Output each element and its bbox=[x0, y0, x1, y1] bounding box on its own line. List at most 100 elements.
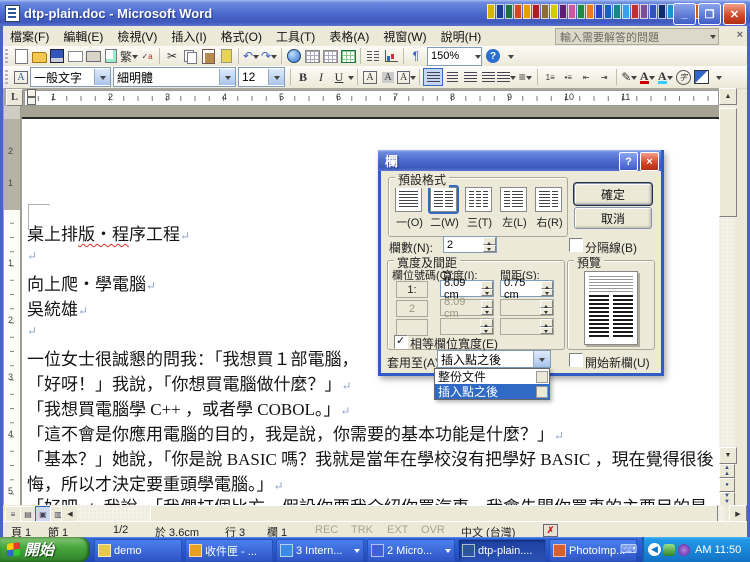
menu-item[interactable]: 視窗(W) bbox=[376, 26, 433, 47]
menu-item[interactable]: 檔案(F) bbox=[3, 26, 56, 47]
select-browse-object-button[interactable]: ● bbox=[719, 478, 735, 492]
app-icon[interactable] bbox=[568, 4, 576, 19]
app-icon[interactable] bbox=[532, 4, 540, 19]
apply-to-combobox[interactable]: 插入點之後 bbox=[437, 350, 551, 368]
status-trk[interactable]: TRK bbox=[351, 524, 373, 536]
toolbar-options-icon[interactable] bbox=[502, 47, 520, 65]
menu-item[interactable]: 工具(T) bbox=[269, 26, 322, 47]
app-icon[interactable] bbox=[505, 4, 513, 19]
normal-view-button[interactable]: ≡ bbox=[5, 506, 21, 522]
horizontal-ruler[interactable]: 1 2 3 4 5 6 7 8 9 10 11 bbox=[24, 90, 719, 106]
menu-item[interactable]: 表格(A) bbox=[322, 26, 376, 47]
app-icon[interactable] bbox=[658, 4, 666, 19]
chevron-down-icon[interactable] bbox=[710, 35, 716, 42]
highlight-button[interactable]: A bbox=[656, 68, 674, 86]
columns-dialog[interactable]: 欄 ? × 預設格式 一(O) 二(W) 三(T) 左(L) 右(R) 確定 取… bbox=[378, 150, 664, 376]
font-color-button[interactable]: A bbox=[638, 68, 656, 86]
input-method-icon[interactable]: ⌨ bbox=[620, 542, 637, 556]
first-line-indent-marker[interactable] bbox=[27, 89, 36, 97]
help-button[interactable]: ? bbox=[484, 47, 502, 65]
apply-to-dropdown-list[interactable]: 整份文件 插入點之後 bbox=[434, 368, 550, 400]
insert-excel-button[interactable] bbox=[339, 47, 357, 65]
increase-indent-button[interactable]: ⇥ bbox=[595, 68, 613, 86]
borders-button[interactable]: ✎ bbox=[620, 68, 638, 86]
redo-button[interactable]: ↷ bbox=[260, 47, 278, 65]
print-preview-button[interactable] bbox=[102, 47, 120, 65]
dialog-help-button[interactable]: ? bbox=[619, 152, 638, 171]
align-justify-button[interactable] bbox=[479, 68, 497, 86]
character-scaling-button[interactable]: A bbox=[397, 68, 417, 86]
undo-button[interactable]: ↶ bbox=[242, 47, 260, 65]
app-icon[interactable] bbox=[649, 4, 657, 19]
spin-down-icon[interactable] bbox=[540, 288, 553, 296]
start-new-column-checkbox[interactable] bbox=[569, 353, 583, 367]
app-icon[interactable] bbox=[487, 4, 495, 19]
app-icon[interactable] bbox=[586, 4, 594, 19]
next-page-button[interactable]: ▼ ▼ bbox=[719, 492, 735, 506]
styles-pane-button[interactable]: A bbox=[12, 68, 30, 86]
dropdown-option[interactable]: 插入點之後 bbox=[435, 384, 549, 399]
distribute-button[interactable] bbox=[497, 68, 517, 86]
horizontal-scroll-thumb[interactable] bbox=[150, 505, 718, 522]
line-spacing-button[interactable]: ≡ bbox=[516, 68, 534, 86]
enclose-character-button[interactable]: 字 bbox=[674, 68, 692, 86]
app-icon[interactable] bbox=[541, 4, 549, 19]
combo-dropdown-icon[interactable] bbox=[533, 351, 550, 367]
print-layout-view-button[interactable]: ▣ bbox=[35, 506, 51, 522]
drawing-button[interactable] bbox=[692, 68, 710, 86]
hyperlink-button[interactable] bbox=[285, 47, 303, 65]
align-left-button[interactable] bbox=[423, 68, 444, 86]
vertical-scroll-thumb[interactable] bbox=[719, 108, 737, 217]
list-scrollbar-button[interactable] bbox=[536, 386, 548, 398]
status-ext[interactable]: EXT bbox=[387, 524, 408, 536]
spin-up-icon[interactable] bbox=[480, 281, 493, 289]
app-icon[interactable] bbox=[550, 4, 558, 19]
app-icon[interactable] bbox=[631, 4, 639, 19]
preset-option[interactable]: 二(W) bbox=[428, 185, 459, 230]
dialog-titlebar[interactable]: 欄 ? × bbox=[378, 150, 661, 171]
window-titlebar[interactable]: dtp-plain.doc - Microsoft Word _ ❐ ✕ bbox=[0, 0, 750, 26]
status-ovr[interactable]: OVR bbox=[421, 524, 445, 536]
width-field-1[interactable]: 8.09 cm bbox=[440, 277, 494, 301]
taskbar-button[interactable]: dtp-plain.... bbox=[458, 539, 546, 562]
previous-page-button[interactable]: ▲ ▲ bbox=[719, 464, 735, 478]
tables-borders-button[interactable] bbox=[303, 47, 321, 65]
app-icon[interactable] bbox=[559, 4, 567, 19]
equal-width-checkbox[interactable] bbox=[394, 334, 408, 349]
web-layout-view-button[interactable]: ▤ bbox=[20, 506, 36, 522]
tab-selector[interactable]: L bbox=[6, 89, 23, 106]
app-icon[interactable] bbox=[595, 4, 603, 19]
menu-item[interactable]: 說明(H) bbox=[434, 26, 489, 47]
line-between-checkbox[interactable] bbox=[569, 238, 583, 252]
character-border-button[interactable]: A bbox=[361, 68, 379, 86]
save-button[interactable] bbox=[48, 47, 66, 65]
spelling-status-icon[interactable]: ✗ bbox=[543, 524, 558, 537]
mail-button[interactable] bbox=[66, 47, 84, 65]
character-shading-button[interactable]: A bbox=[379, 68, 397, 86]
align-center-button[interactable] bbox=[443, 68, 461, 86]
scroll-down-icon[interactable]: ▼ bbox=[719, 447, 737, 464]
taskbar-button[interactable]: 收件匣 - ... bbox=[185, 539, 273, 562]
menu-item[interactable]: 插入(I) bbox=[164, 26, 213, 47]
bullets-button[interactable]: •≡ bbox=[559, 68, 577, 86]
font-combobox[interactable]: 細明體 bbox=[113, 67, 236, 87]
print-button[interactable] bbox=[84, 47, 102, 65]
toolbar-options-icon[interactable] bbox=[710, 68, 728, 86]
minimize-button[interactable]: _ bbox=[673, 3, 696, 25]
hide-icons-chevron[interactable]: ◀ bbox=[648, 543, 661, 556]
preset-option[interactable]: 右(R) bbox=[535, 187, 564, 230]
menu-item[interactable]: 編輯(E) bbox=[56, 26, 110, 47]
start-button[interactable]: 開始 bbox=[0, 537, 90, 562]
style-combobox[interactable]: 一般文字 bbox=[30, 67, 111, 87]
app-icon[interactable] bbox=[577, 4, 585, 19]
close-button[interactable]: ✕ bbox=[723, 3, 746, 25]
list-scrollbar-button[interactable] bbox=[536, 371, 548, 383]
vertical-scrollbar[interactable]: ▲ ▼ bbox=[719, 88, 737, 464]
spelling-button[interactable]: ✓a bbox=[138, 47, 156, 65]
insert-table-button[interactable] bbox=[321, 47, 339, 65]
underline-options-icon[interactable] bbox=[348, 75, 354, 83]
tray-icon-purple[interactable] bbox=[678, 543, 690, 556]
taskbar-button[interactable]: 2 Micro... bbox=[367, 539, 455, 562]
taskbar-button[interactable]: 3 Intern... bbox=[276, 539, 364, 562]
scroll-up-icon[interactable]: ▲ bbox=[719, 88, 737, 105]
